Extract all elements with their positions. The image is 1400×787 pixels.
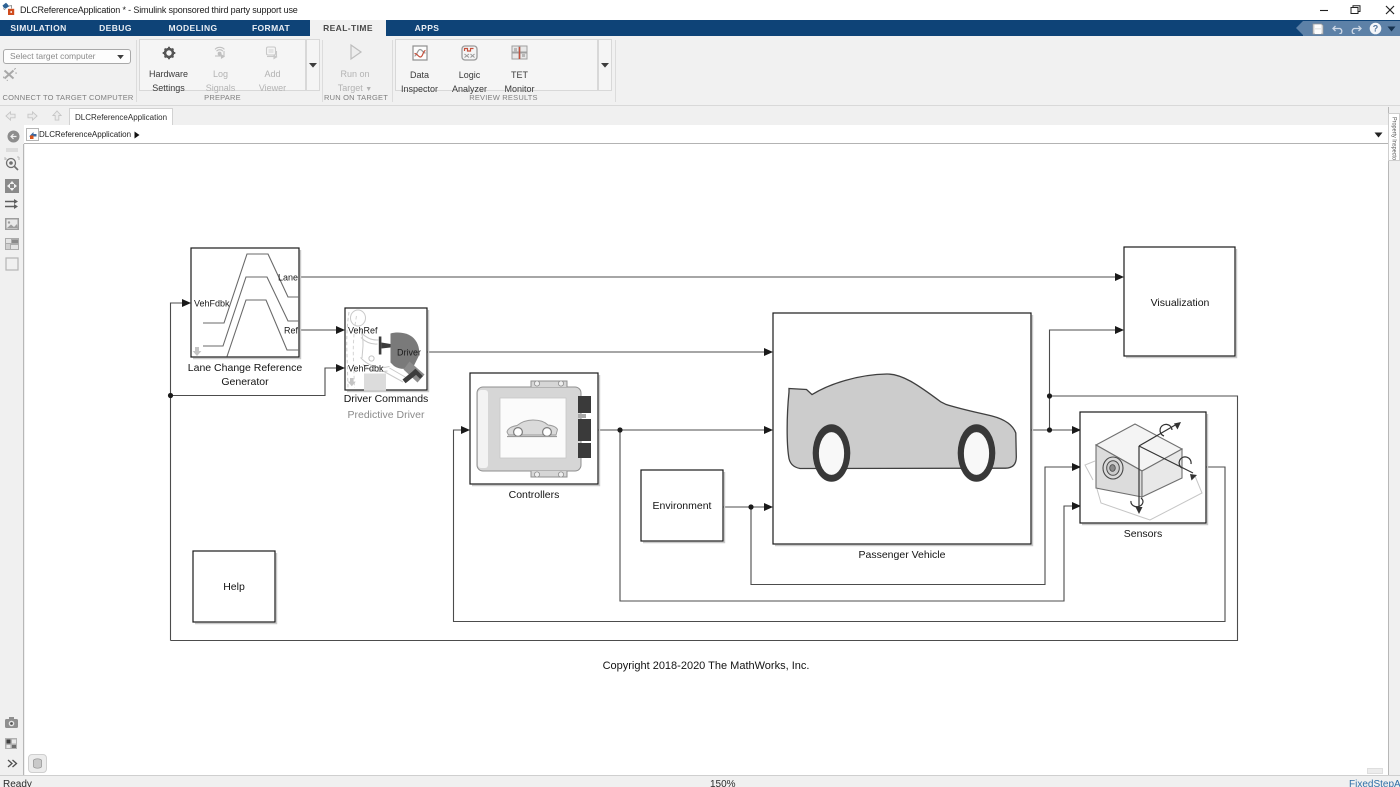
svg-text:VehRef: VehRef bbox=[348, 326, 378, 336]
svg-text:Generator: Generator bbox=[221, 376, 269, 388]
svg-text:VehFdbk: VehFdbk bbox=[348, 364, 384, 374]
svg-text:?: ? bbox=[1373, 24, 1379, 34]
svg-text:Driver Commands: Driver Commands bbox=[344, 393, 429, 405]
svg-text:Ref: Ref bbox=[284, 326, 299, 336]
svg-text:Driver: Driver bbox=[397, 348, 421, 358]
svg-text:Passenger Vehicle: Passenger Vehicle bbox=[859, 549, 946, 561]
svg-text:Controllers: Controllers bbox=[509, 489, 560, 501]
svg-text:Copyright 2018-2020 The MathWo: Copyright 2018-2020 The MathWorks, Inc. bbox=[603, 660, 810, 672]
svg-text:VehFdbk: VehFdbk bbox=[194, 299, 230, 309]
svg-text:Visualization: Visualization bbox=[1151, 297, 1210, 309]
svg-text:Predictive Driver: Predictive Driver bbox=[347, 409, 425, 421]
svg-text:Lane: Lane bbox=[278, 273, 298, 283]
svg-text:Lane Change Reference: Lane Change Reference bbox=[188, 362, 303, 374]
svg-text:Property Inspecto: Property Inspecto bbox=[1391, 117, 1398, 160]
svg-text:Environment: Environment bbox=[653, 500, 712, 512]
svg-text:Sensors: Sensors bbox=[1124, 528, 1163, 540]
svg-text:Help: Help bbox=[223, 581, 245, 593]
